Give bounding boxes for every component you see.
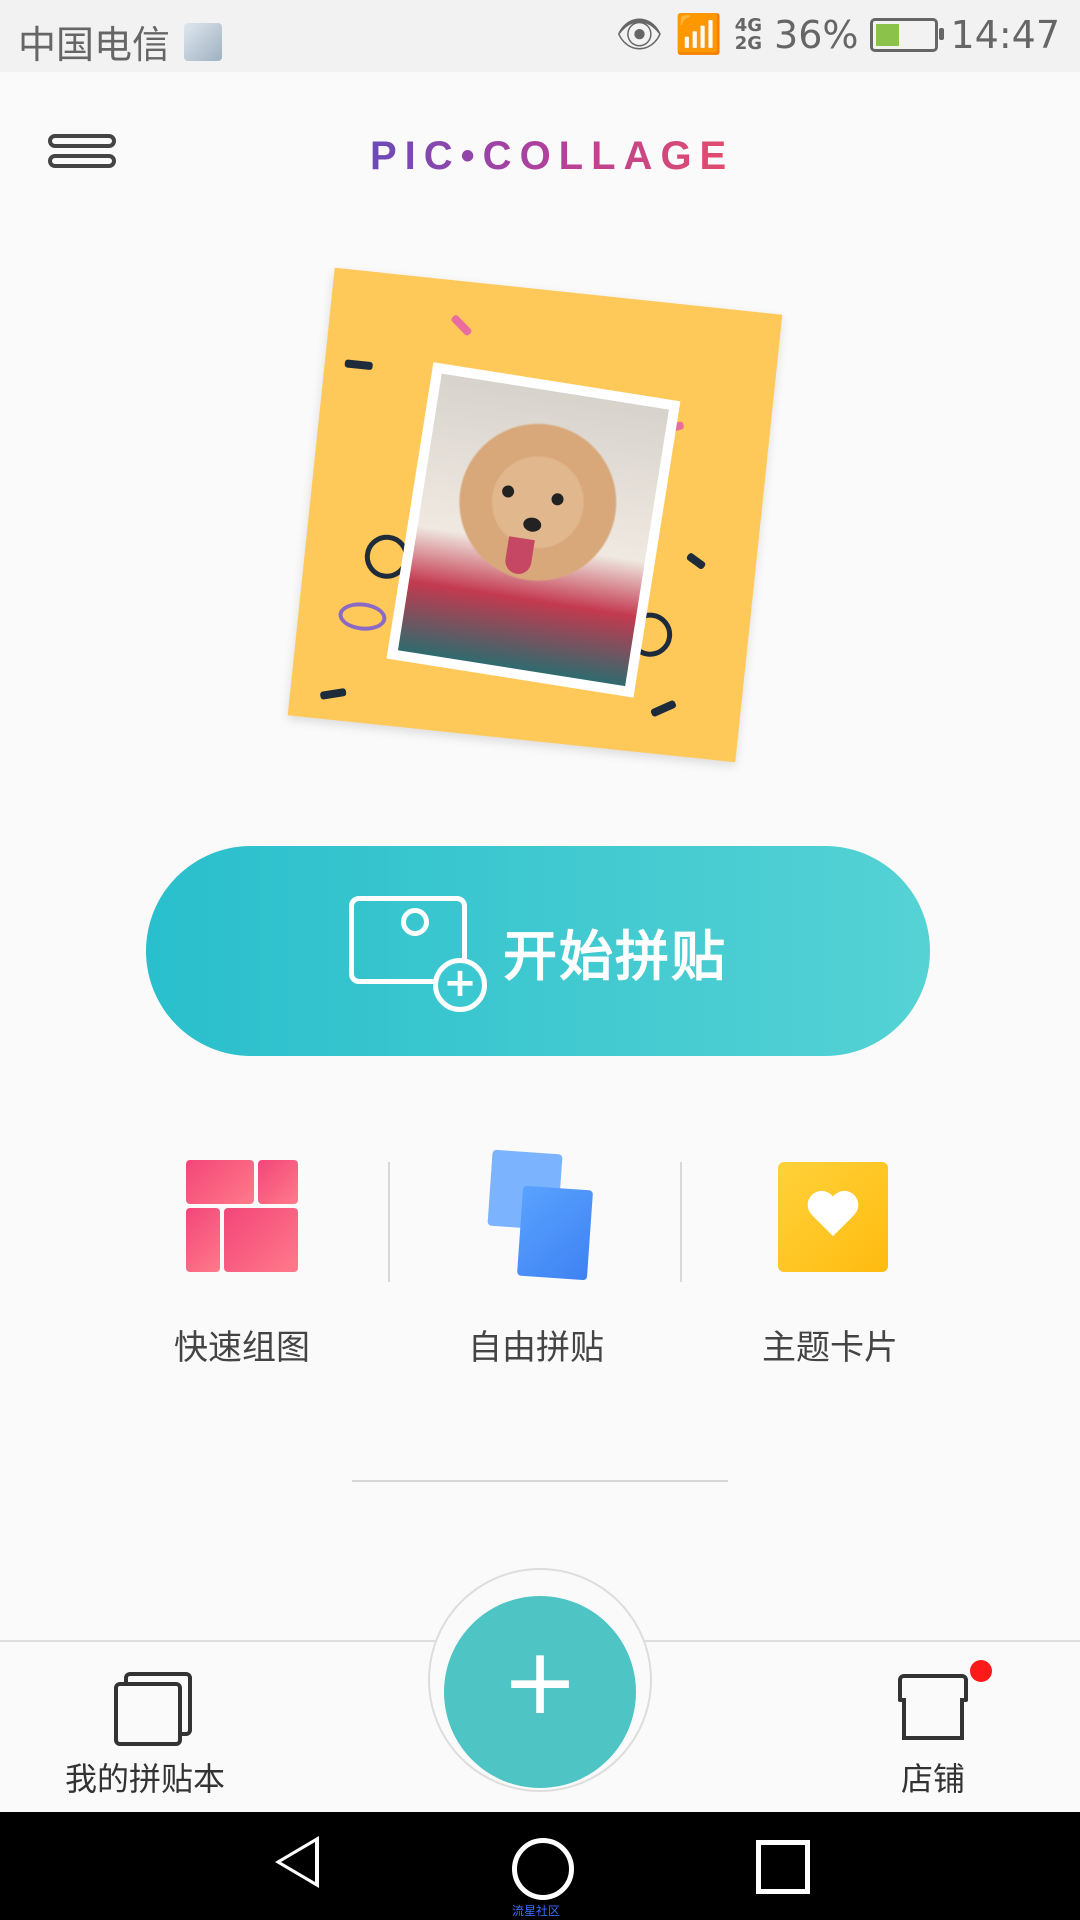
status-left: 中国电信	[18, 14, 223, 69]
battery-icon	[870, 17, 945, 52]
store-label: 店铺	[900, 1760, 965, 1798]
my-collage-book-tab[interactable]: 我的拼贴本	[60, 1660, 230, 1800]
my-collage-book-label: 我的拼贴本	[64, 1760, 225, 1798]
status-bar: 中国电信 👁 📶 4G 2G 36% 14:47	[0, 0, 1080, 72]
tool-divider	[680, 1162, 682, 1282]
start-collage-button[interactable]: + 开始拼贴	[146, 846, 930, 1056]
dog-photo	[386, 362, 681, 698]
clock: 14:47	[950, 12, 1060, 57]
collage-book-icon	[114, 1672, 192, 1746]
notification-thumbnail-icon	[184, 22, 223, 61]
plus-icon[interactable]: +	[444, 1596, 636, 1788]
app-header: PIC•COLLAGE	[0, 72, 1080, 242]
quick-grid-label: 快速组图	[174, 1328, 310, 1368]
store-tab[interactable]: 店铺	[878, 1660, 992, 1800]
recent-apps-icon[interactable]	[756, 1840, 810, 1894]
back-icon[interactable]	[275, 1836, 319, 1888]
battery-percent: 36%	[774, 12, 859, 57]
system-navigation-bar: 流星社区	[0, 1812, 1080, 1920]
theme-card-label: 主题卡片	[762, 1328, 898, 1368]
section-divider	[352, 1480, 728, 1482]
network-bottom-label: 2G	[734, 32, 763, 54]
status-right: 👁 📶 4G 2G 36% 14:47	[615, 12, 1060, 57]
tool-divider	[388, 1162, 390, 1282]
carrier-name: 中国电信	[18, 23, 171, 67]
store-icon	[898, 1674, 968, 1740]
grid-layout-icon	[186, 1160, 298, 1272]
network-type: 4G 2G	[734, 14, 763, 54]
wifi-icon: 📶	[675, 12, 723, 56]
eye-comfort-icon: 👁	[615, 12, 664, 56]
tool-options: 快速组图 自由拼贴 主题卡片	[0, 1149, 1080, 1390]
hero-illustration	[287, 267, 790, 770]
quick-grid-option[interactable]: 快速组图	[122, 1150, 362, 1390]
add-photo-icon: +	[349, 896, 487, 1012]
hamburger-menu-icon[interactable]	[48, 134, 120, 184]
store-badge	[970, 1660, 992, 1682]
confetti-card-image	[287, 267, 783, 763]
freestyle-option[interactable]: 自由拼贴	[416, 1149, 656, 1390]
watermark-text: 流星社区	[512, 1904, 561, 1918]
theme-card-option[interactable]: 主题卡片	[710, 1150, 950, 1390]
stacked-photos-icon	[478, 1149, 598, 1284]
freestyle-label: 自由拼贴	[468, 1328, 604, 1368]
pic-collage-logo: PIC•COLLAGE	[370, 134, 735, 178]
network-top-label: 4G	[734, 14, 763, 36]
home-icon[interactable]	[512, 1838, 574, 1900]
start-collage-label: 开始拼贴	[503, 924, 727, 988]
heart-card-icon	[778, 1162, 888, 1272]
